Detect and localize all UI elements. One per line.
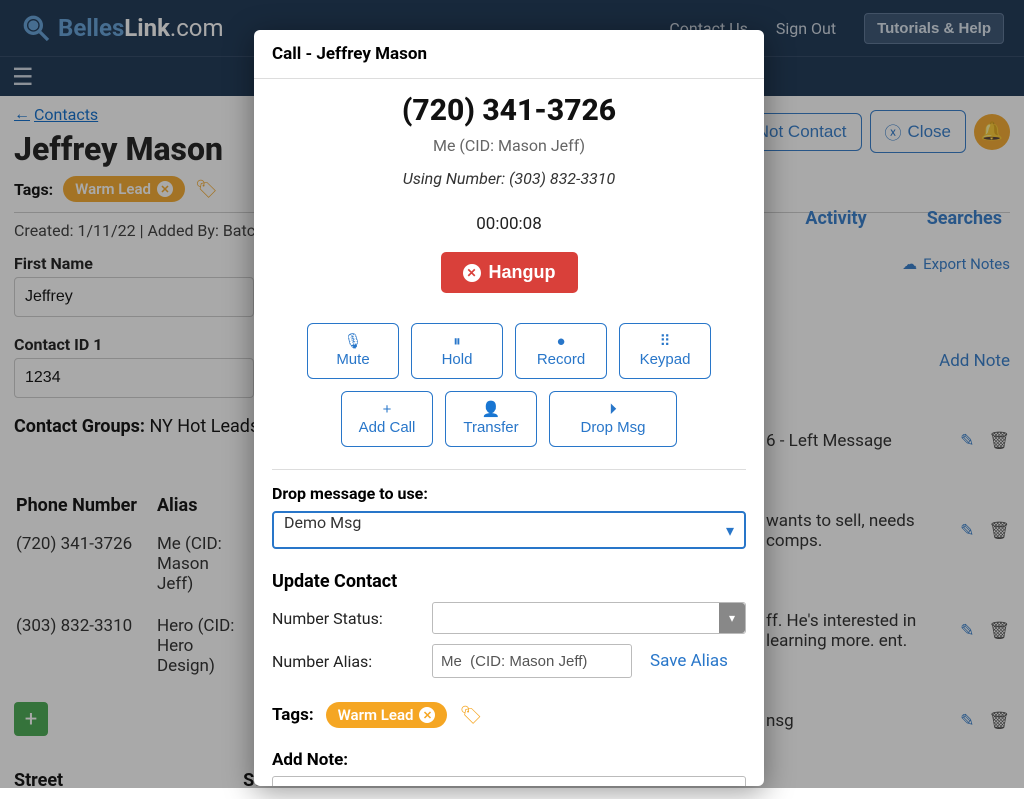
transfer-button[interactable]: 👤Transfer xyxy=(445,391,537,447)
number-status-label: Number Status: xyxy=(272,609,422,628)
tag-icon[interactable]: 🏷 xyxy=(459,705,482,726)
call-alias: Me (CID: Mason Jeff) xyxy=(272,136,746,155)
keypad-button[interactable]: ⠿Keypad xyxy=(619,323,711,379)
call-timer: 00:00:08 xyxy=(272,214,746,234)
person-icon: 👤 xyxy=(482,402,501,417)
call-modal: Call - Jeffrey Mason (720) 341-3726 Me (… xyxy=(254,30,764,786)
record-button[interactable]: ●Record xyxy=(515,323,607,379)
number-status-select[interactable]: ▾ xyxy=(432,602,746,634)
drop-msg-button[interactable]: ⏵Drop Msg xyxy=(549,391,677,447)
hold-button[interactable]: ⏸Hold xyxy=(411,323,503,379)
mic-icon: 🎙 xyxy=(343,334,362,349)
modal-tag-pill[interactable]: Warm Lead✕ xyxy=(326,702,448,728)
plus-icon: + xyxy=(383,402,392,417)
drop-message-label: Drop message to use: xyxy=(272,484,746,503)
add-note-label: Add Note: xyxy=(272,750,746,770)
keypad-icon: ⠿ xyxy=(660,334,671,349)
hangup-button[interactable]: ✕Hangup xyxy=(441,252,578,293)
update-contact-title: Update Contact xyxy=(272,571,746,592)
modal-tags-label: Tags: xyxy=(272,705,314,725)
call-number: (720) 341-3726 xyxy=(272,93,746,128)
chevron-down-icon: ▾ xyxy=(719,603,745,633)
save-alias-link[interactable]: Save Alias xyxy=(650,651,728,671)
play-circle-icon: ⏵ xyxy=(609,402,617,417)
number-alias-input[interactable] xyxy=(432,644,632,678)
remove-tag-icon[interactable]: ✕ xyxy=(419,707,435,723)
modal-title: Call - Jeffrey Mason xyxy=(254,30,764,79)
drop-message-select[interactable]: Demo Msg xyxy=(272,511,746,549)
note-textarea[interactable] xyxy=(272,776,746,786)
record-icon: ● xyxy=(556,334,565,349)
call-using-number: Using Number: (303) 832-3310 xyxy=(272,169,746,188)
pause-icon: ⏸ xyxy=(453,334,461,349)
mute-button[interactable]: 🎙Mute xyxy=(307,323,399,379)
add-call-button[interactable]: +Add Call xyxy=(341,391,433,447)
number-alias-label: Number Alias: xyxy=(272,652,422,671)
close-circle-icon: ✕ xyxy=(463,264,481,282)
